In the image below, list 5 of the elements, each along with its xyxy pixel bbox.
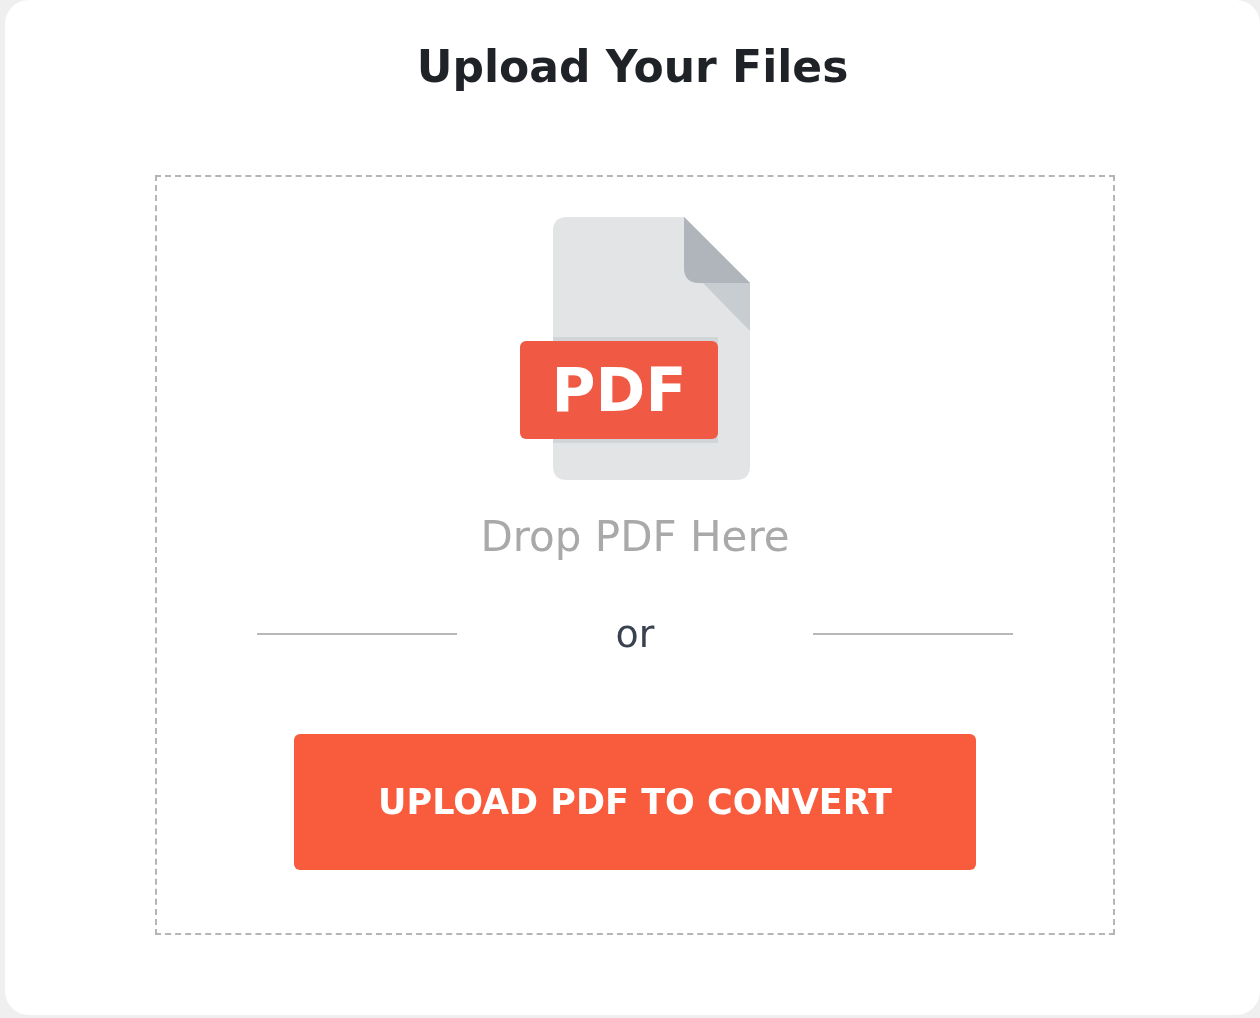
page-title: Upload Your Files [416, 40, 849, 94]
separator-text: or [615, 611, 655, 658]
drop-hint: Drop PDF Here [480, 511, 790, 563]
pdf-label: PDF [520, 341, 718, 439]
drop-zone[interactable]: PDF Drop PDF Here or UPLOAD PDF TO CONVERT [155, 175, 1115, 935]
